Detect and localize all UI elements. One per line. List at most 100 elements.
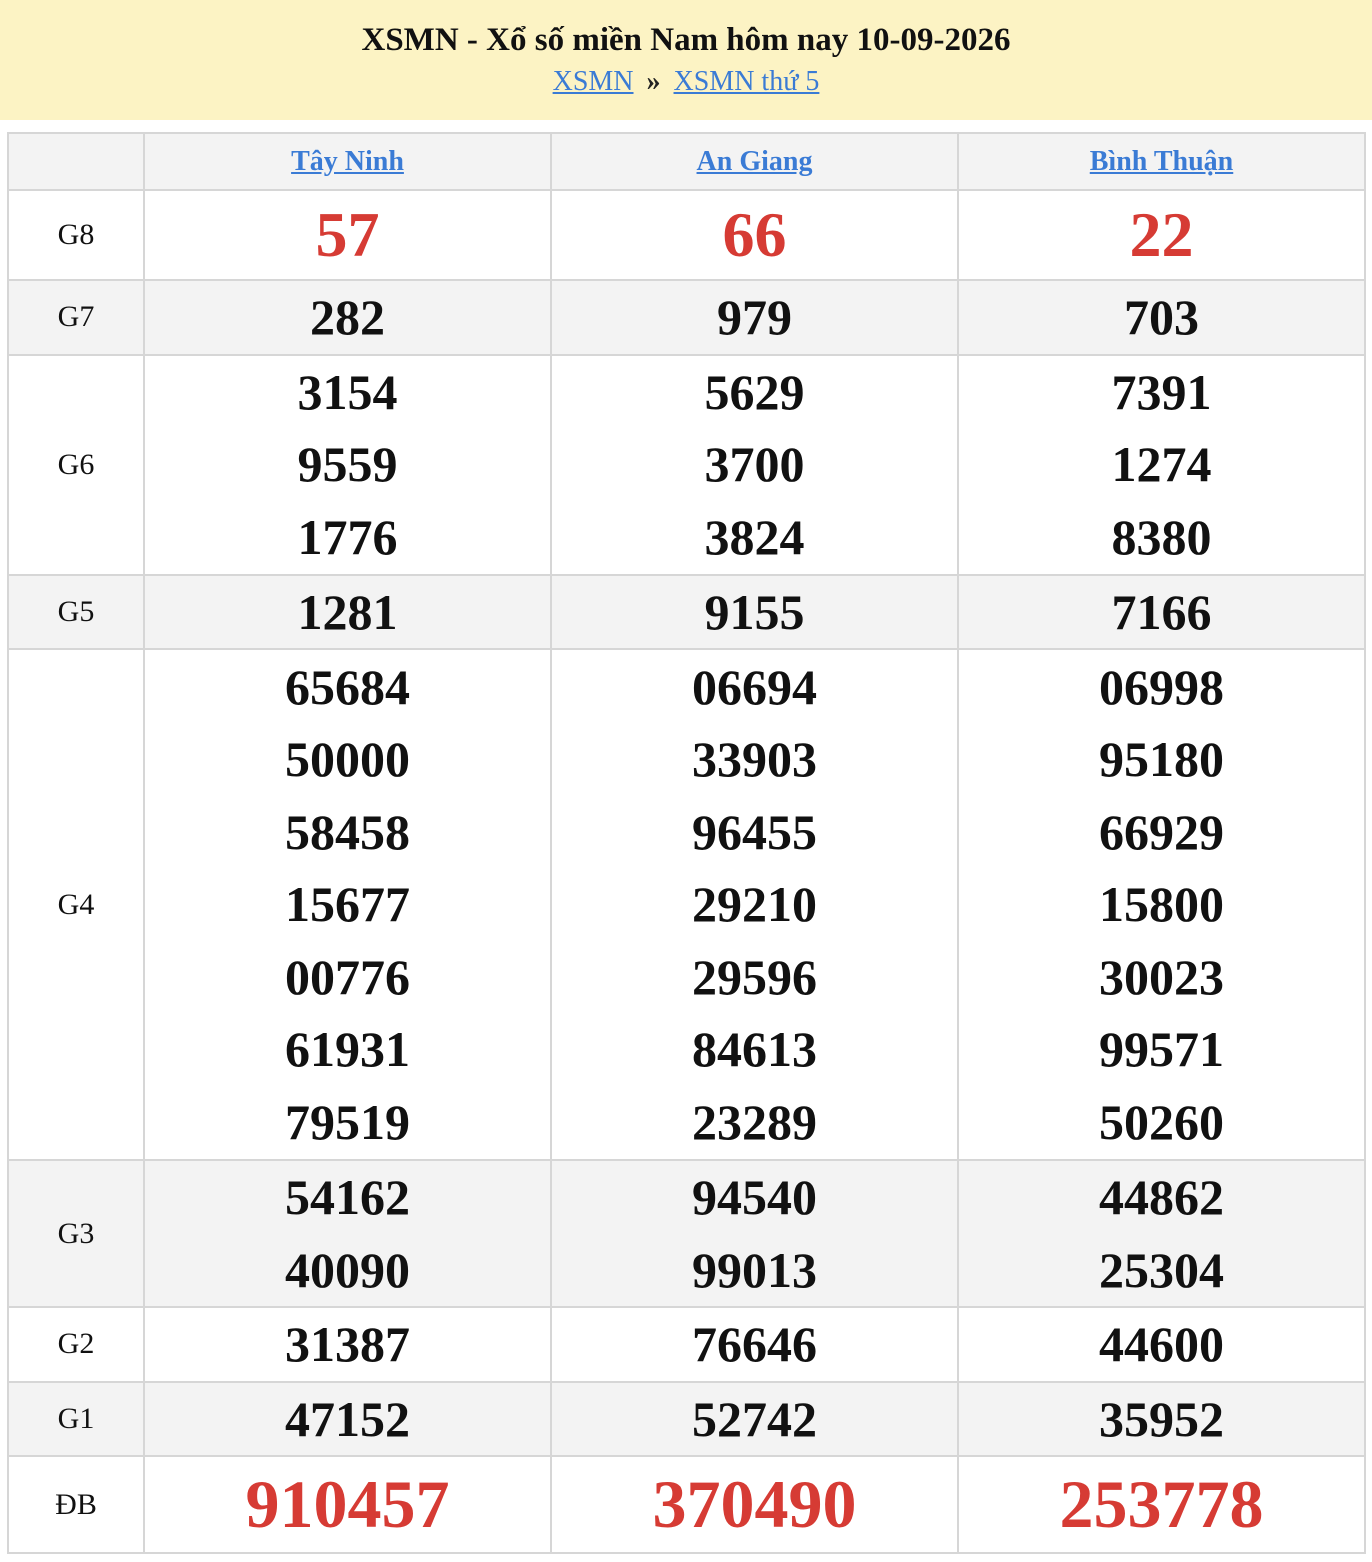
result-number: 50000 <box>285 731 410 788</box>
result-number: 99571 <box>1099 1021 1224 1078</box>
result-cell: 979 <box>550 279 959 356</box>
breadcrumb-xsmn-link[interactable]: XSMN <box>553 66 634 97</box>
prize-row-g6: G6 3154 9559 1776 5629 3700 3824 7391 12… <box>7 353 1366 576</box>
result-number: 1274 <box>1111 436 1212 493</box>
result-cell: 1281 <box>143 573 552 650</box>
result-cell: 253778 <box>957 1455 1366 1554</box>
breadcrumb: XSMN » XSMN thứ 5 <box>0 64 1372 100</box>
result-number: 3824 <box>704 508 805 565</box>
result-cell: 5629 3700 3824 <box>550 353 959 576</box>
header-corner-cell <box>7 132 145 191</box>
prize-row-g4: G4 65684 50000 58458 15677 00776 61931 7… <box>7 648 1366 1161</box>
province-link-an-giang[interactable]: An Giang <box>697 146 813 177</box>
result-number: 00776 <box>285 948 410 1005</box>
result-number: 23289 <box>692 1093 817 1150</box>
result-number: 58458 <box>285 803 410 860</box>
result-number: 3700 <box>704 436 805 493</box>
result-number: 44862 <box>1099 1169 1224 1225</box>
prize-label: G3 <box>7 1159 145 1308</box>
result-number: 7166 <box>1111 583 1212 640</box>
result-cell: 65684 50000 58458 15677 00776 61931 7951… <box>143 648 552 1161</box>
result-number: 8380 <box>1111 508 1212 565</box>
result-number: 979 <box>717 289 792 345</box>
prize-label: G1 <box>7 1380 145 1457</box>
result-cell: 31387 <box>143 1306 552 1383</box>
result-number: 84613 <box>692 1021 817 1078</box>
special-prize-number: 910457 <box>245 1466 450 1543</box>
result-number: 06998 <box>1099 658 1224 715</box>
result-number: 1281 <box>297 583 398 640</box>
result-cell: 9155 <box>550 573 959 650</box>
special-prize-number: 370490 <box>652 1466 857 1543</box>
result-number: 76646 <box>692 1316 817 1372</box>
result-number: 47152 <box>285 1390 410 1447</box>
result-cell: 44862 25304 <box>957 1159 1366 1308</box>
result-number: 1776 <box>297 508 398 565</box>
province-link-tay-ninh[interactable]: Tây Ninh <box>291 146 404 177</box>
result-number: 7391 <box>1111 363 1212 420</box>
result-number: 66929 <box>1099 803 1224 860</box>
result-number: 3154 <box>297 363 398 420</box>
result-cell: 703 <box>957 279 1366 356</box>
province-header-row: Tây Ninh An Giang Bình Thuận <box>7 132 1366 191</box>
breadcrumb-xsmn-thursday-link[interactable]: XSMN thứ 5 <box>674 66 820 97</box>
result-cell: 06998 95180 66929 15800 30023 99571 5026… <box>957 648 1366 1161</box>
prize-row-g3: G3 54162 40090 94540 99013 44862 25304 <box>7 1159 1366 1308</box>
result-number: 65684 <box>285 658 410 715</box>
result-number: 5629 <box>704 363 805 420</box>
result-cell: 370490 <box>550 1455 959 1554</box>
result-number: 22 <box>1129 198 1194 270</box>
result-number: 95180 <box>1099 731 1224 788</box>
result-cell: 47152 <box>143 1380 552 1457</box>
prize-label: G7 <box>7 279 145 356</box>
province-header-tay-ninh: Tây Ninh <box>143 132 552 191</box>
result-number: 66 <box>722 198 787 270</box>
prize-label: G4 <box>7 648 145 1161</box>
result-number: 15677 <box>285 876 410 933</box>
province-header-an-giang: An Giang <box>550 132 959 191</box>
result-cell: 06694 33903 96455 29210 29596 84613 2328… <box>550 648 959 1161</box>
prize-row-special: ĐB 910457 370490 253778 <box>7 1455 1366 1554</box>
page-header: XSMN - Xổ số miền Nam hôm nay 10-09-2026… <box>0 0 1372 120</box>
result-cell: 7391 1274 8380 <box>957 353 1366 576</box>
result-number: 96455 <box>692 803 817 860</box>
result-number: 282 <box>310 289 385 345</box>
prize-row-g1: G1 47152 52742 35952 <box>7 1380 1366 1457</box>
result-number: 15800 <box>1099 876 1224 933</box>
result-number: 9155 <box>704 583 805 640</box>
result-number: 31387 <box>285 1316 410 1372</box>
prize-label: G8 <box>7 189 145 281</box>
result-number: 35952 <box>1099 1390 1224 1447</box>
result-number: 29596 <box>692 948 817 1005</box>
result-number: 52742 <box>692 1390 817 1447</box>
special-prize-number: 253778 <box>1059 1466 1264 1543</box>
result-number: 703 <box>1124 289 1199 345</box>
page-title: XSMN - Xổ số miền Nam hôm nay 10-09-2026 <box>361 22 1011 58</box>
result-cell: 7166 <box>957 573 1366 650</box>
result-cell: 76646 <box>550 1306 959 1383</box>
prize-row-g7: G7 282 979 703 <box>7 279 1366 356</box>
result-number: 54162 <box>285 1169 410 1225</box>
result-number: 30023 <box>1099 948 1224 1005</box>
result-cell: 282 <box>143 279 552 356</box>
result-number: 57 <box>315 198 380 270</box>
prize-label: G2 <box>7 1306 145 1383</box>
result-number: 44600 <box>1099 1316 1224 1372</box>
prize-row-g8: G8 57 66 22 <box>7 189 1366 281</box>
result-number: 79519 <box>285 1093 410 1150</box>
result-number: 61931 <box>285 1021 410 1078</box>
province-link-binh-thuan[interactable]: Bình Thuận <box>1090 146 1234 177</box>
prize-label: G5 <box>7 573 145 650</box>
result-number: 29210 <box>692 876 817 933</box>
result-number: 9559 <box>297 436 398 493</box>
prize-row-g2: G2 31387 76646 44600 <box>7 1306 1366 1383</box>
result-number: 06694 <box>692 658 817 715</box>
result-cell: 910457 <box>143 1455 552 1554</box>
result-cell: 35952 <box>957 1380 1366 1457</box>
result-number: 50260 <box>1099 1093 1224 1150</box>
result-number: 33903 <box>692 731 817 788</box>
result-number: 40090 <box>285 1241 410 1298</box>
result-cell: 54162 40090 <box>143 1159 552 1308</box>
breadcrumb-separator: » <box>646 66 661 97</box>
result-cell: 3154 9559 1776 <box>143 353 552 576</box>
